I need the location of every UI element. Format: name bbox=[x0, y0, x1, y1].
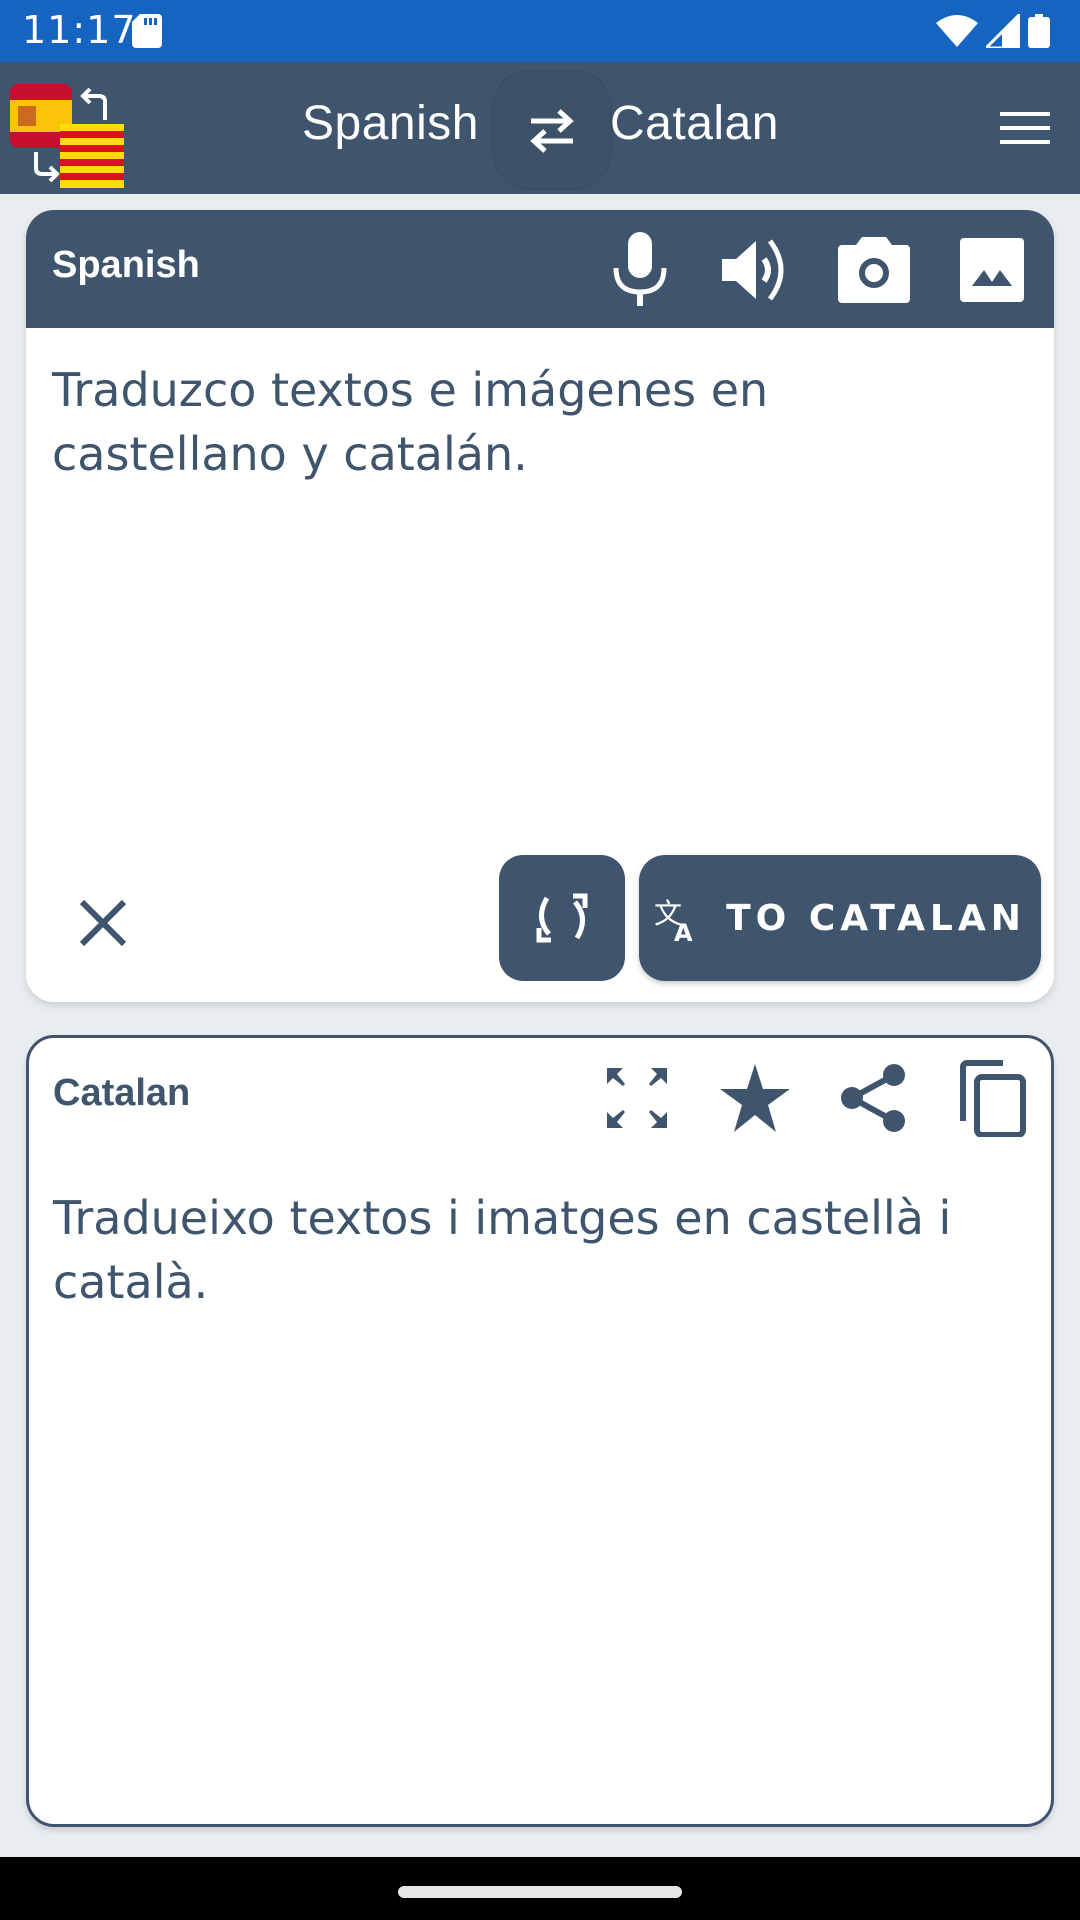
status-bar: 11:17 bbox=[0, 0, 1080, 62]
input-card-header: Spanish bbox=[26, 210, 1054, 328]
svg-text:A: A bbox=[674, 919, 693, 941]
close-icon bbox=[79, 899, 127, 947]
speaker-button[interactable] bbox=[722, 232, 794, 308]
status-icons bbox=[936, 14, 1050, 48]
hamburger-menu-icon[interactable] bbox=[1000, 106, 1052, 150]
navigation-bar bbox=[0, 1857, 1080, 1920]
app-logo-flags-icon bbox=[10, 84, 124, 188]
status-time: 11:17 bbox=[22, 8, 137, 52]
translate-icon: 文 A bbox=[654, 897, 693, 941]
signal-icon bbox=[986, 14, 1020, 48]
camera-button[interactable] bbox=[838, 232, 910, 308]
translate-button[interactable]: 文 A TO CATALAN bbox=[639, 855, 1041, 981]
image-button[interactable] bbox=[956, 232, 1028, 308]
input-language-label: Spanish bbox=[52, 244, 200, 286]
translate-button-label: TO CATALAN bbox=[726, 897, 1026, 939]
share-icon bbox=[841, 1064, 905, 1132]
target-language-button[interactable]: Catalan bbox=[610, 96, 779, 151]
camera-icon bbox=[838, 237, 910, 303]
home-gesture-handle[interactable] bbox=[398, 1886, 682, 1898]
source-language-button[interactable]: Spanish bbox=[302, 96, 479, 151]
copy-button[interactable] bbox=[955, 1058, 1031, 1138]
microphone-button[interactable] bbox=[604, 232, 676, 308]
sd-card-icon bbox=[132, 14, 162, 48]
app-bar: Spanish Catalan bbox=[0, 62, 1080, 194]
refresh-icon bbox=[536, 893, 588, 943]
wifi-icon bbox=[936, 15, 978, 47]
swap-languages-button[interactable] bbox=[492, 70, 612, 190]
output-card: Catalan Tradueixo textos i imatges en ca… bbox=[26, 1035, 1054, 1827]
refresh-button[interactable] bbox=[499, 855, 625, 981]
share-button[interactable] bbox=[835, 1058, 911, 1138]
speaker-icon bbox=[722, 239, 784, 301]
translated-text: Tradueixo textos i imatges en castellà i… bbox=[53, 1191, 952, 1309]
battery-icon bbox=[1028, 14, 1050, 48]
fullscreen-icon bbox=[607, 1068, 667, 1128]
star-icon bbox=[720, 1064, 790, 1132]
microphone-icon bbox=[613, 232, 667, 306]
copy-icon bbox=[960, 1060, 1026, 1137]
output-language-label: Catalan bbox=[53, 1072, 191, 1114]
swap-arrows-icon bbox=[530, 109, 574, 153]
fullscreen-button[interactable] bbox=[599, 1058, 675, 1138]
input-card: Spanish Traduzco textos e imágenes en ca… bbox=[26, 210, 1054, 1002]
source-text-input[interactable]: Traduzco textos e imágenes en castellano… bbox=[52, 358, 1012, 486]
image-icon bbox=[960, 238, 1024, 302]
favorite-button[interactable] bbox=[717, 1058, 793, 1138]
clear-text-button[interactable] bbox=[62, 882, 144, 964]
